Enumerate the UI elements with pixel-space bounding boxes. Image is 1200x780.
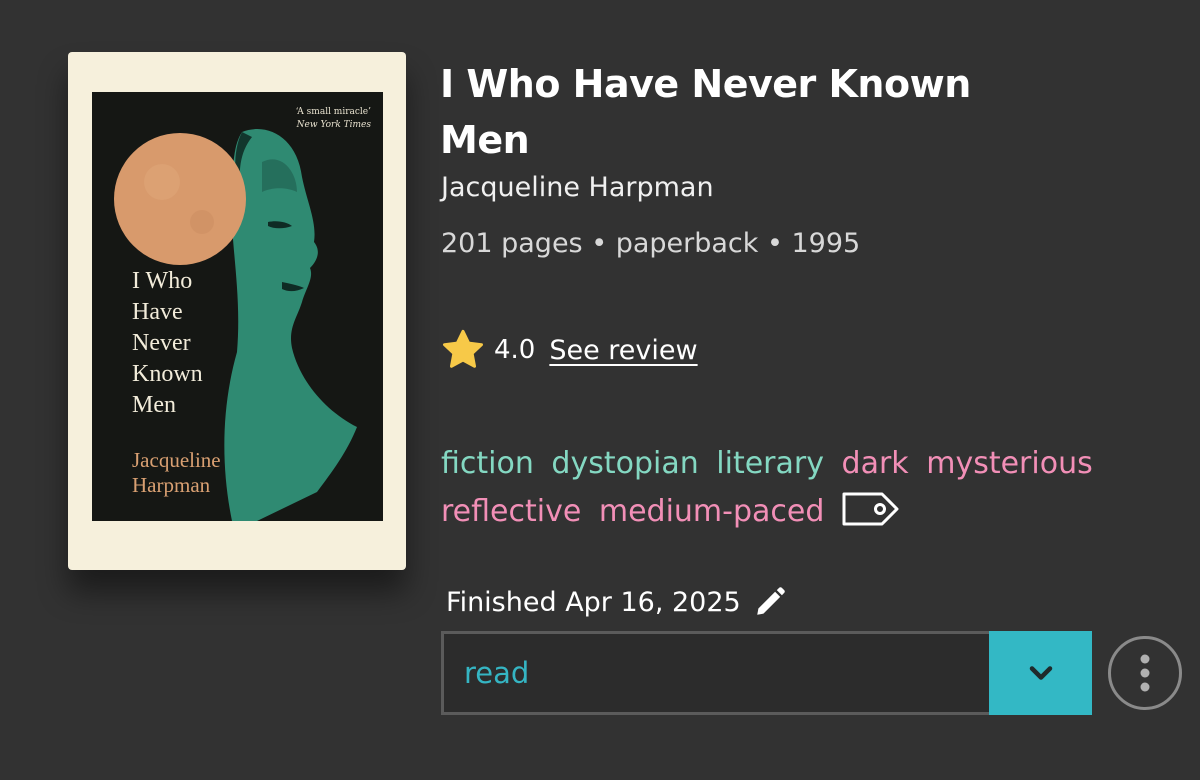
tag-mood[interactable]: mysterious <box>926 446 1093 481</box>
tag-genre[interactable]: dystopian <box>551 446 698 481</box>
tag-list: fiction dystopian literary dark mysterio… <box>441 440 1181 536</box>
tag-mood[interactable]: reflective <box>441 494 581 529</box>
rating-value: 4.0 <box>494 335 536 365</box>
book-title: I Who Have Never Known Men <box>440 62 971 162</box>
status-dropdown-button[interactable] <box>989 631 1092 715</box>
cover-author: Jacqueline Harpman <box>132 448 221 497</box>
tag-genre[interactable]: literary <box>716 446 824 481</box>
book-meta: 201 pages • paperback • 1995 <box>441 228 861 259</box>
see-review-link[interactable]: See review <box>549 335 697 366</box>
star-icon <box>443 329 483 368</box>
tag-genre[interactable]: fiction <box>441 446 534 481</box>
reading-status-value[interactable]: read <box>441 631 989 715</box>
tag-mood[interactable]: medium-paced <box>599 494 825 529</box>
cover-title: I Who Have Never Known Men <box>132 268 203 418</box>
tag-icon[interactable] <box>840 489 902 529</box>
more-options-button[interactable] <box>1108 636 1182 710</box>
cover-quote: ‘A small miracle’ New York Times <box>295 107 371 130</box>
book-cover[interactable]: ‘A small miracle’ New York Times I Who H… <box>68 52 406 570</box>
finished-date-row: Finished Apr 16, 2025 <box>446 582 787 622</box>
book-author[interactable]: Jacqueline Harpman <box>441 170 714 206</box>
more-vertical-icon <box>1140 654 1150 692</box>
cover-artwork: ‘A small miracle’ New York Times I Who H… <box>92 92 383 521</box>
chevron-down-icon <box>1029 666 1052 680</box>
cover-moon-shape <box>114 133 246 265</box>
finished-date: Finished Apr 16, 2025 <box>446 586 741 618</box>
tag-mood[interactable]: dark <box>842 446 909 481</box>
pencil-icon[interactable] <box>753 585 787 619</box>
reading-status-select[interactable]: read <box>441 631 1092 715</box>
rating-row: 4.0 See review <box>440 329 698 370</box>
